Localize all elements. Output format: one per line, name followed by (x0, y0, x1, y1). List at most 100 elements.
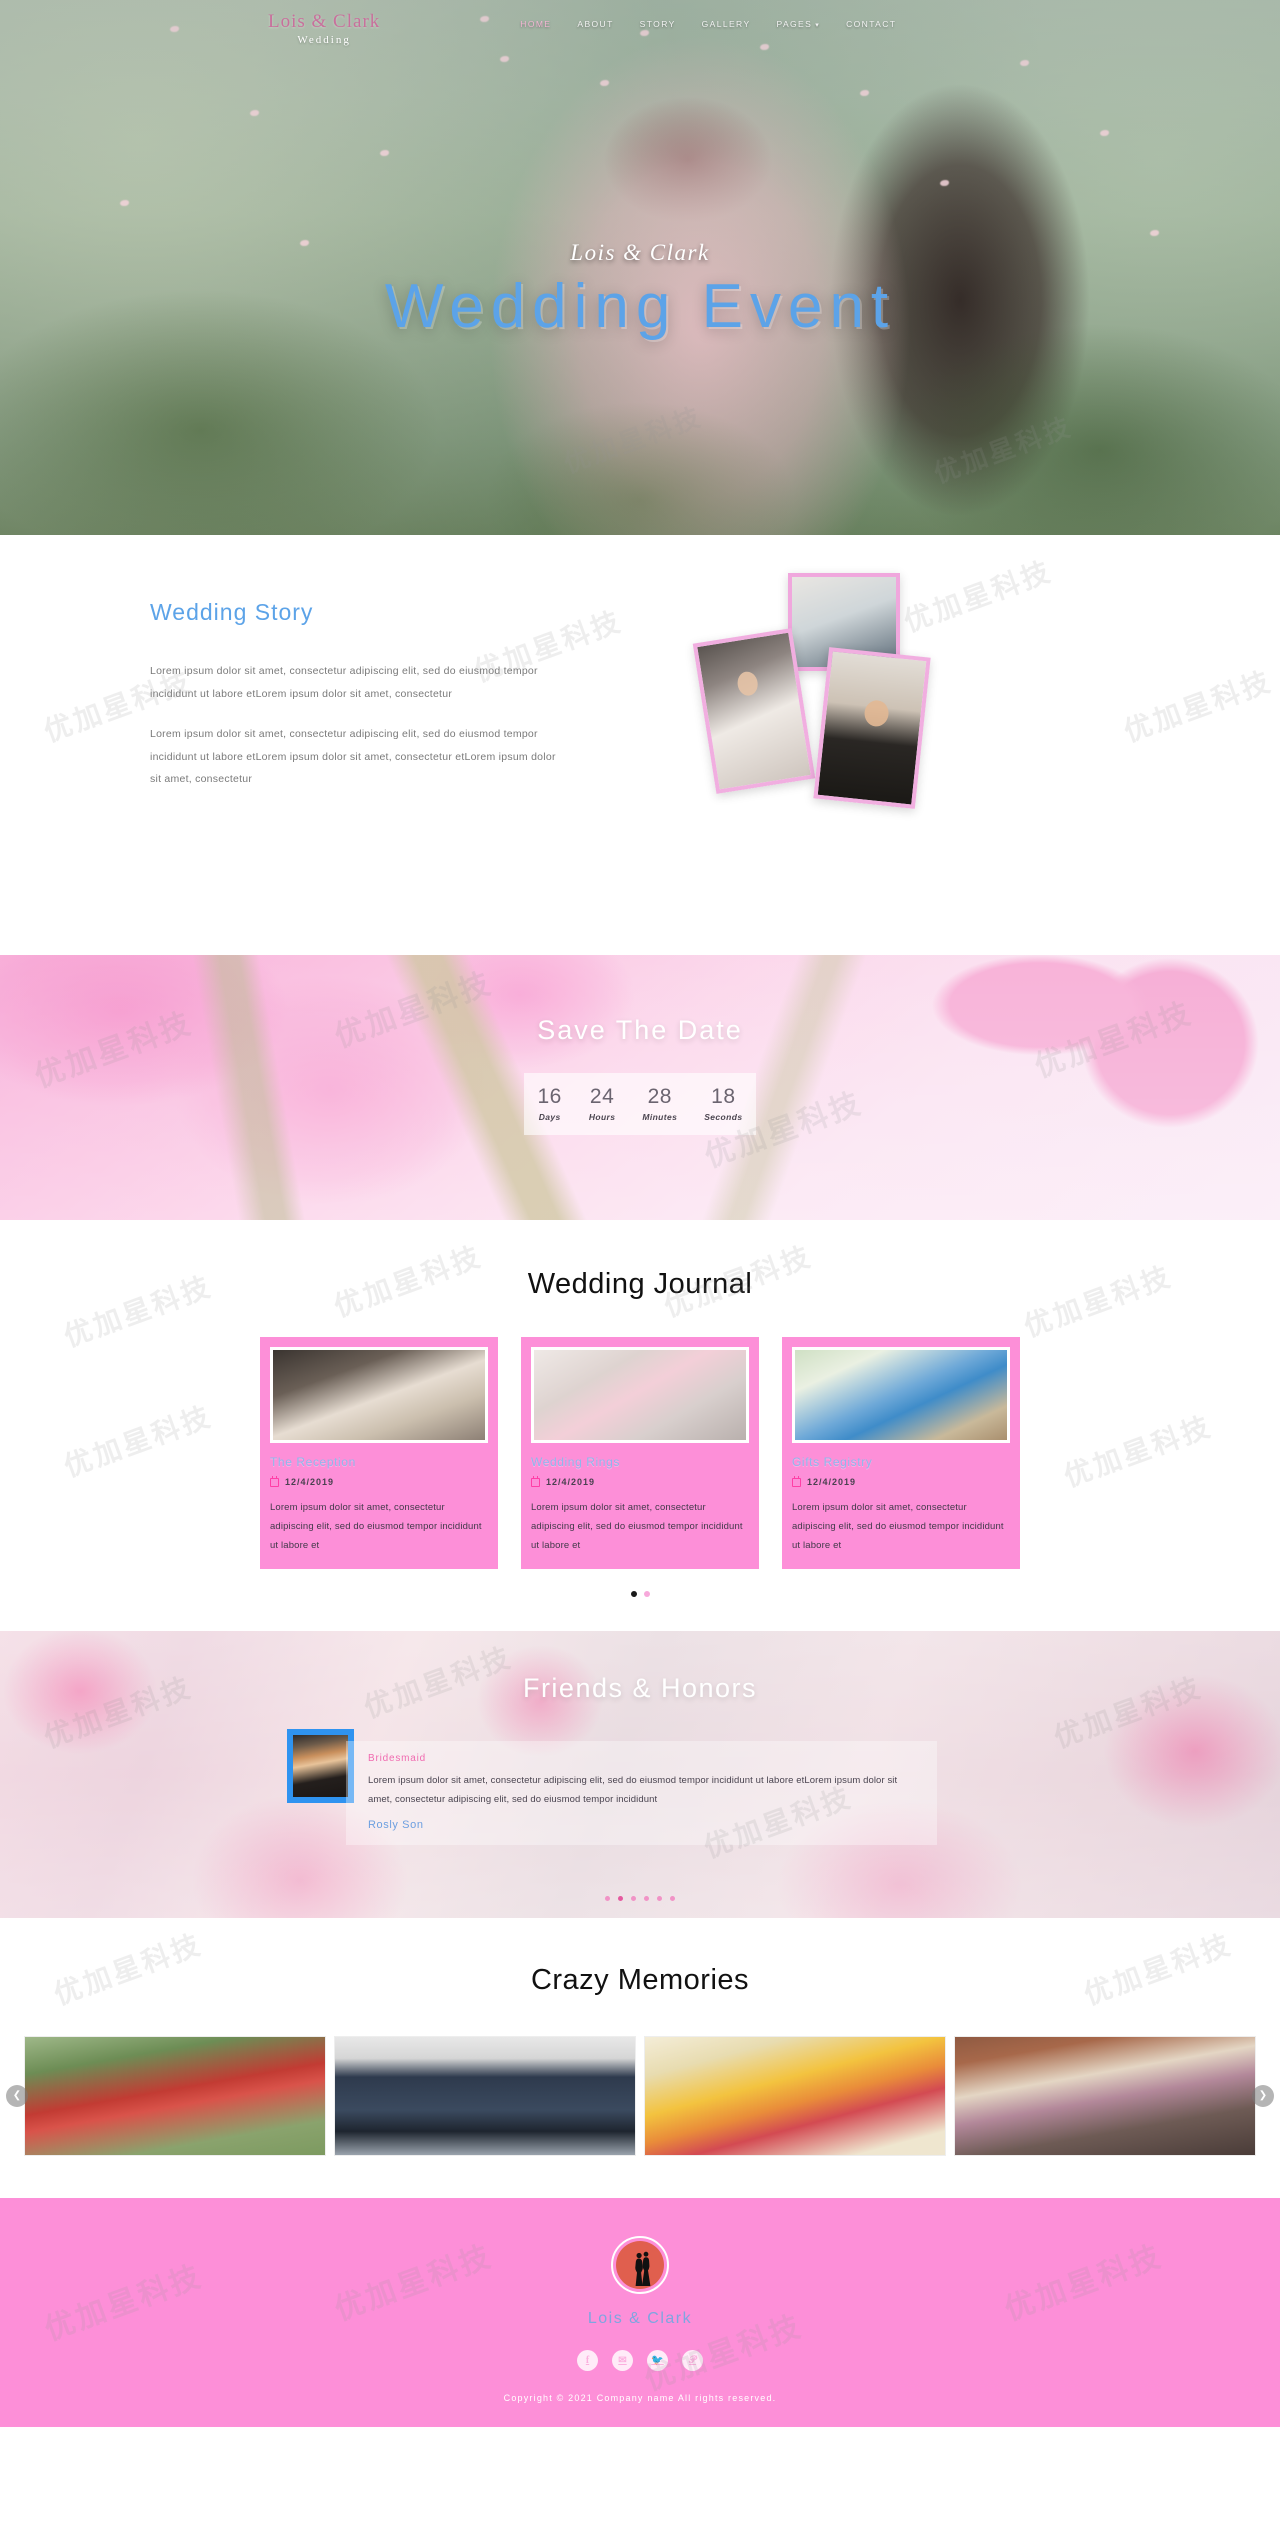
countdown-hours-value: 24 (589, 1085, 615, 1108)
memory-photo[interactable] (334, 2035, 636, 2156)
story-title: Wedding Story (150, 599, 314, 625)
journal-card-date-row: 12/4/2019 (531, 1476, 749, 1487)
story-text-column: Wedding Story Lorem ipsum dolor sit amet… (140, 587, 570, 809)
footer-logo[interactable] (611, 2236, 669, 2294)
watermark: 优加星科技 (40, 2259, 207, 2348)
carousel-dot[interactable] (631, 1896, 636, 1901)
hero-script-title: Lois & Clark (570, 240, 710, 265)
collage-photo-groom (813, 647, 931, 809)
journal-card-title[interactable]: The Reception (270, 1455, 488, 1469)
nav-item-pages[interactable]: PAGES ▾ (777, 19, 821, 29)
carousel-dot[interactable] (670, 1896, 675, 1901)
story-paragraph-2: Lorem ipsum dolor sit amet, consectetur … (150, 728, 556, 786)
pinterest-icon[interactable]: 𝒫 (682, 2350, 703, 2371)
story-paragraph-1: Lorem ipsum dolor sit amet, consectetur … (150, 665, 538, 700)
social-links[interactable]: f ✉ 🐦 𝒫 (0, 2350, 1280, 2371)
brand-name: Lois & Clark (268, 11, 381, 32)
carousel-dot[interactable] (657, 1896, 662, 1901)
carousel-dot[interactable] (644, 1896, 649, 1901)
journal-title: Wedding Journal (527, 1268, 753, 1300)
journal-cards: The Reception 12/4/2019 Lorem ipsum dolo… (260, 1337, 1020, 1569)
journal-card-date: 12/4/2019 (285, 1477, 335, 1487)
memories-carousel[interactable]: ❮ ❯ (0, 2033, 1280, 2158)
testimonial-body: Bridesmaid Lorem ipsum dolor sit amet, c… (346, 1741, 937, 1846)
story-photo-collage (692, 573, 1030, 895)
journal-card-title[interactable]: Wedding Rings (531, 1455, 749, 1469)
watermark: 优加星科技 (60, 1401, 217, 1484)
countdown-hours-label: Hours (588, 1112, 616, 1122)
main-navigation[interactable]: Lois & Clark Wedding HOME ABOUT STORY GA… (0, 0, 1280, 58)
journal-card-text: Lorem ipsum dolor sit amet, consectetur … (270, 1502, 482, 1551)
journal-card[interactable]: Gifts Registry 12/4/2019 Lorem ipsum dol… (782, 1337, 1020, 1569)
nav-item-story[interactable]: STORY (640, 19, 676, 29)
testimonial-role: Bridesmaid (368, 1753, 427, 1764)
email-icon[interactable]: ✉ (612, 2350, 633, 2371)
friends-carousel-dots[interactable] (0, 1896, 1280, 1901)
save-the-date-section: 优加星科技 优加星科技 优加星科技 优加星科技 Save The Date 16… (0, 955, 1280, 1220)
countdown-days-value: 16 (537, 1085, 562, 1108)
countdown-days-label: Days (538, 1112, 561, 1122)
couple-silhouette-icon (616, 2241, 664, 2289)
journal-card[interactable]: Wedding Rings 12/4/2019 Lorem ipsum dolo… (521, 1337, 759, 1569)
countdown-minutes-value: 28 (647, 1085, 672, 1108)
journal-card[interactable]: The Reception 12/4/2019 Lorem ipsum dolo… (260, 1337, 498, 1569)
calendar-icon (792, 1476, 801, 1487)
wedding-journal-section: 优加星科技 优加星科技 优加星科技 优加星科技 优加星科技 优加星科技 Wedd… (0, 1220, 1280, 1631)
countdown-seconds-label: Seconds (704, 1112, 743, 1122)
calendar-icon (531, 1476, 540, 1487)
countdown-seconds-value: 18 (711, 1085, 736, 1108)
brand-subtitle: Wedding (297, 34, 351, 46)
memory-photo[interactable] (24, 2035, 326, 2156)
countdown-minutes: 28 Minutes (642, 1086, 677, 1122)
nav-item-pages-label: PAGES (776, 19, 813, 29)
testimonial-avatar (287, 1729, 354, 1803)
journal-card-date: 12/4/2019 (807, 1477, 857, 1487)
nav-item-about[interactable]: ABOUT (577, 19, 613, 29)
memories-title: Crazy Memories (530, 1964, 750, 1996)
journal-card-date-row: 12/4/2019 (792, 1476, 1010, 1487)
watermark: 优加星科技 (1120, 666, 1277, 749)
facebook-icon[interactable]: f (577, 2350, 598, 2371)
journal-card-image (792, 1347, 1010, 1443)
testimonial-name: Rosly Son (368, 1819, 424, 1832)
hero-section: Lois & Clark Wedding HOME ABOUT STORY GA… (0, 0, 1280, 535)
countdown-minutes-label: Minutes (642, 1112, 678, 1122)
carousel-dot[interactable] (630, 1591, 637, 1597)
carousel-dot[interactable] (605, 1896, 610, 1901)
countdown-days: 16 Days (537, 1086, 561, 1122)
save-the-date-title: Save The Date (537, 1015, 743, 1045)
nav-item-home[interactable]: HOME (520, 19, 551, 29)
countdown-hours: 24 Hours (589, 1086, 616, 1122)
chevron-down-icon: ▾ (815, 21, 821, 29)
footer-brand-name: Lois & Clark (587, 2310, 693, 2327)
carousel-prev-button[interactable]: ❮ (6, 2084, 28, 2107)
countdown-timer: 16 Days 24 Hours 28 Minutes 18 Seconds (524, 1073, 756, 1135)
journal-card-image (270, 1347, 488, 1443)
journal-card-date: 12/4/2019 (546, 1477, 596, 1487)
hero-main-title: Wedding Event (384, 272, 896, 341)
memory-photo[interactable] (644, 2035, 946, 2156)
wedding-story-section: 优加星科技 优加星科技 优加星科技 优加星科技 Wedding Story Lo… (0, 535, 1280, 955)
memory-photo[interactable] (954, 2035, 1256, 2156)
countdown-seconds: 18 Seconds (704, 1086, 742, 1122)
nav-menu[interactable]: HOME ABOUT STORY GALLERY PAGES ▾ CONTACT (520, 19, 896, 29)
journal-carousel-dots[interactable] (0, 1591, 1280, 1597)
carousel-dot[interactable] (643, 1591, 650, 1597)
testimonial: Bridesmaid Lorem ipsum dolor sit amet, c… (287, 1729, 937, 1846)
nav-item-contact[interactable]: CONTACT (846, 19, 896, 29)
journal-card-text: Lorem ipsum dolor sit amet, consectetur … (531, 1502, 743, 1551)
testimonial-text: Lorem ipsum dolor sit amet, consectetur … (368, 1775, 898, 1805)
carousel-dot[interactable] (618, 1896, 623, 1901)
site-logo[interactable]: Lois & Clark Wedding (268, 12, 380, 46)
journal-card-image (531, 1347, 749, 1443)
watermark: 优加星科技 (1060, 1411, 1217, 1494)
journal-card-title[interactable]: Gifts Registry (792, 1455, 1010, 1469)
calendar-icon (270, 1476, 279, 1487)
crazy-memories-section: 优加星科技 优加星科技 Crazy Memories ❮ ❯ (0, 1918, 1280, 2198)
friends-title: Friends & Honors (522, 1673, 758, 1703)
site-footer: 优加星科技 优加星科技 优加星科技 优加星科技 Lois & Clark f ✉… (0, 2198, 1280, 2427)
friends-and-honors-section: 优加星科技 优加星科技 优加星科技 优加星科技 Friends & Honors… (0, 1631, 1280, 1918)
twitter-icon[interactable]: 🐦 (647, 2350, 668, 2371)
nav-item-gallery[interactable]: GALLERY (702, 19, 751, 29)
carousel-next-button[interactable]: ❯ (1252, 2084, 1274, 2107)
